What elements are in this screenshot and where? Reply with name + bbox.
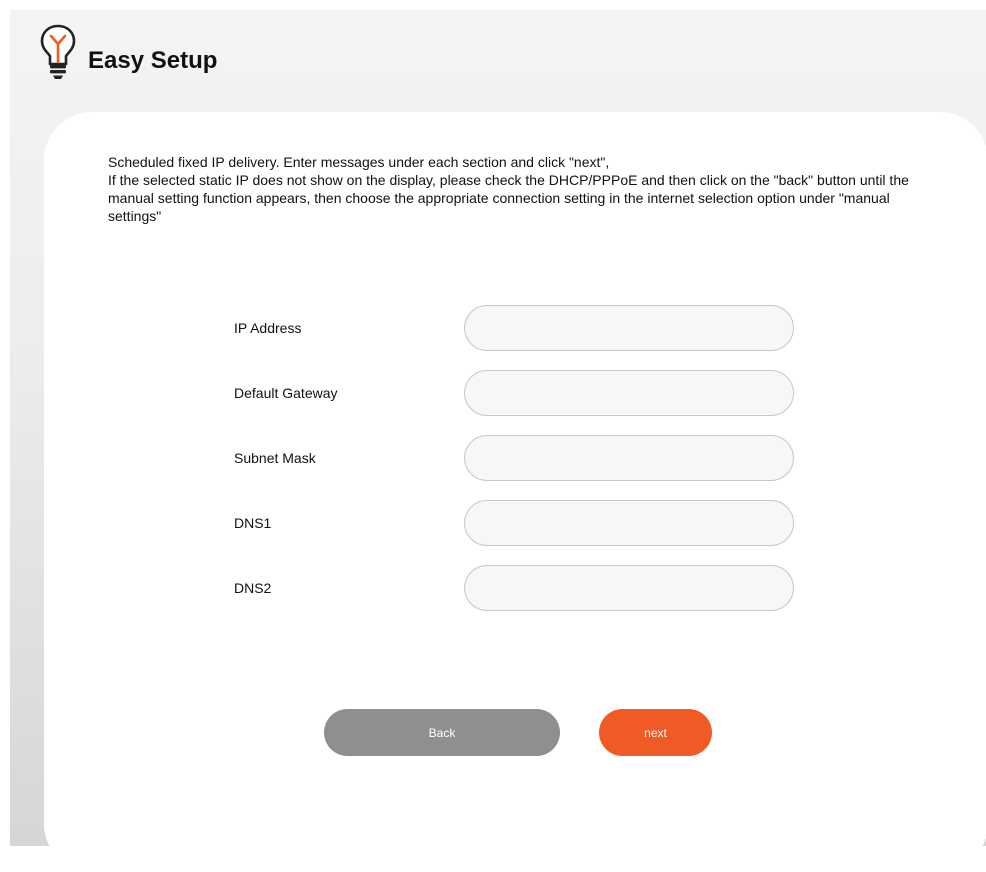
instructions-line-1: Scheduled fixed IP delivery. Enter messa… — [108, 154, 610, 170]
dns2-row: DNS2 — [234, 565, 794, 613]
back-button[interactable]: Back — [324, 709, 560, 756]
subnet-mask-row: Subnet Mask — [234, 435, 794, 483]
default-gateway-label: Default Gateway — [234, 385, 338, 401]
subnet-mask-label: Subnet Mask — [234, 450, 316, 466]
instructions-text: Scheduled fixed IP delivery. Enter messa… — [108, 153, 938, 225]
ip-address-label: IP Address — [234, 320, 302, 336]
next-button[interactable]: next — [599, 709, 712, 756]
default-gateway-input[interactable] — [464, 370, 794, 416]
dns1-input[interactable] — [464, 500, 794, 546]
page-header: Easy Setup — [38, 22, 217, 82]
ip-address-row: IP Address — [234, 305, 794, 353]
setup-card: Scheduled fixed IP delivery. Enter messa… — [44, 112, 986, 872]
dns2-input[interactable] — [464, 565, 794, 611]
subnet-mask-input[interactable] — [464, 435, 794, 481]
dns1-label: DNS1 — [234, 515, 272, 531]
page-title: Easy Setup — [88, 47, 218, 74]
dns1-row: DNS1 — [234, 500, 794, 548]
ip-address-input[interactable] — [464, 305, 794, 351]
lightbulb-icon — [40, 24, 76, 79]
default-gateway-row: Default Gateway — [234, 370, 794, 418]
dns2-label: DNS2 — [234, 580, 272, 596]
instructions-line-2: If the selected static IP does not show … — [108, 172, 909, 224]
page-background: Easy Setup Scheduled fixed IP delivery. … — [10, 10, 986, 872]
